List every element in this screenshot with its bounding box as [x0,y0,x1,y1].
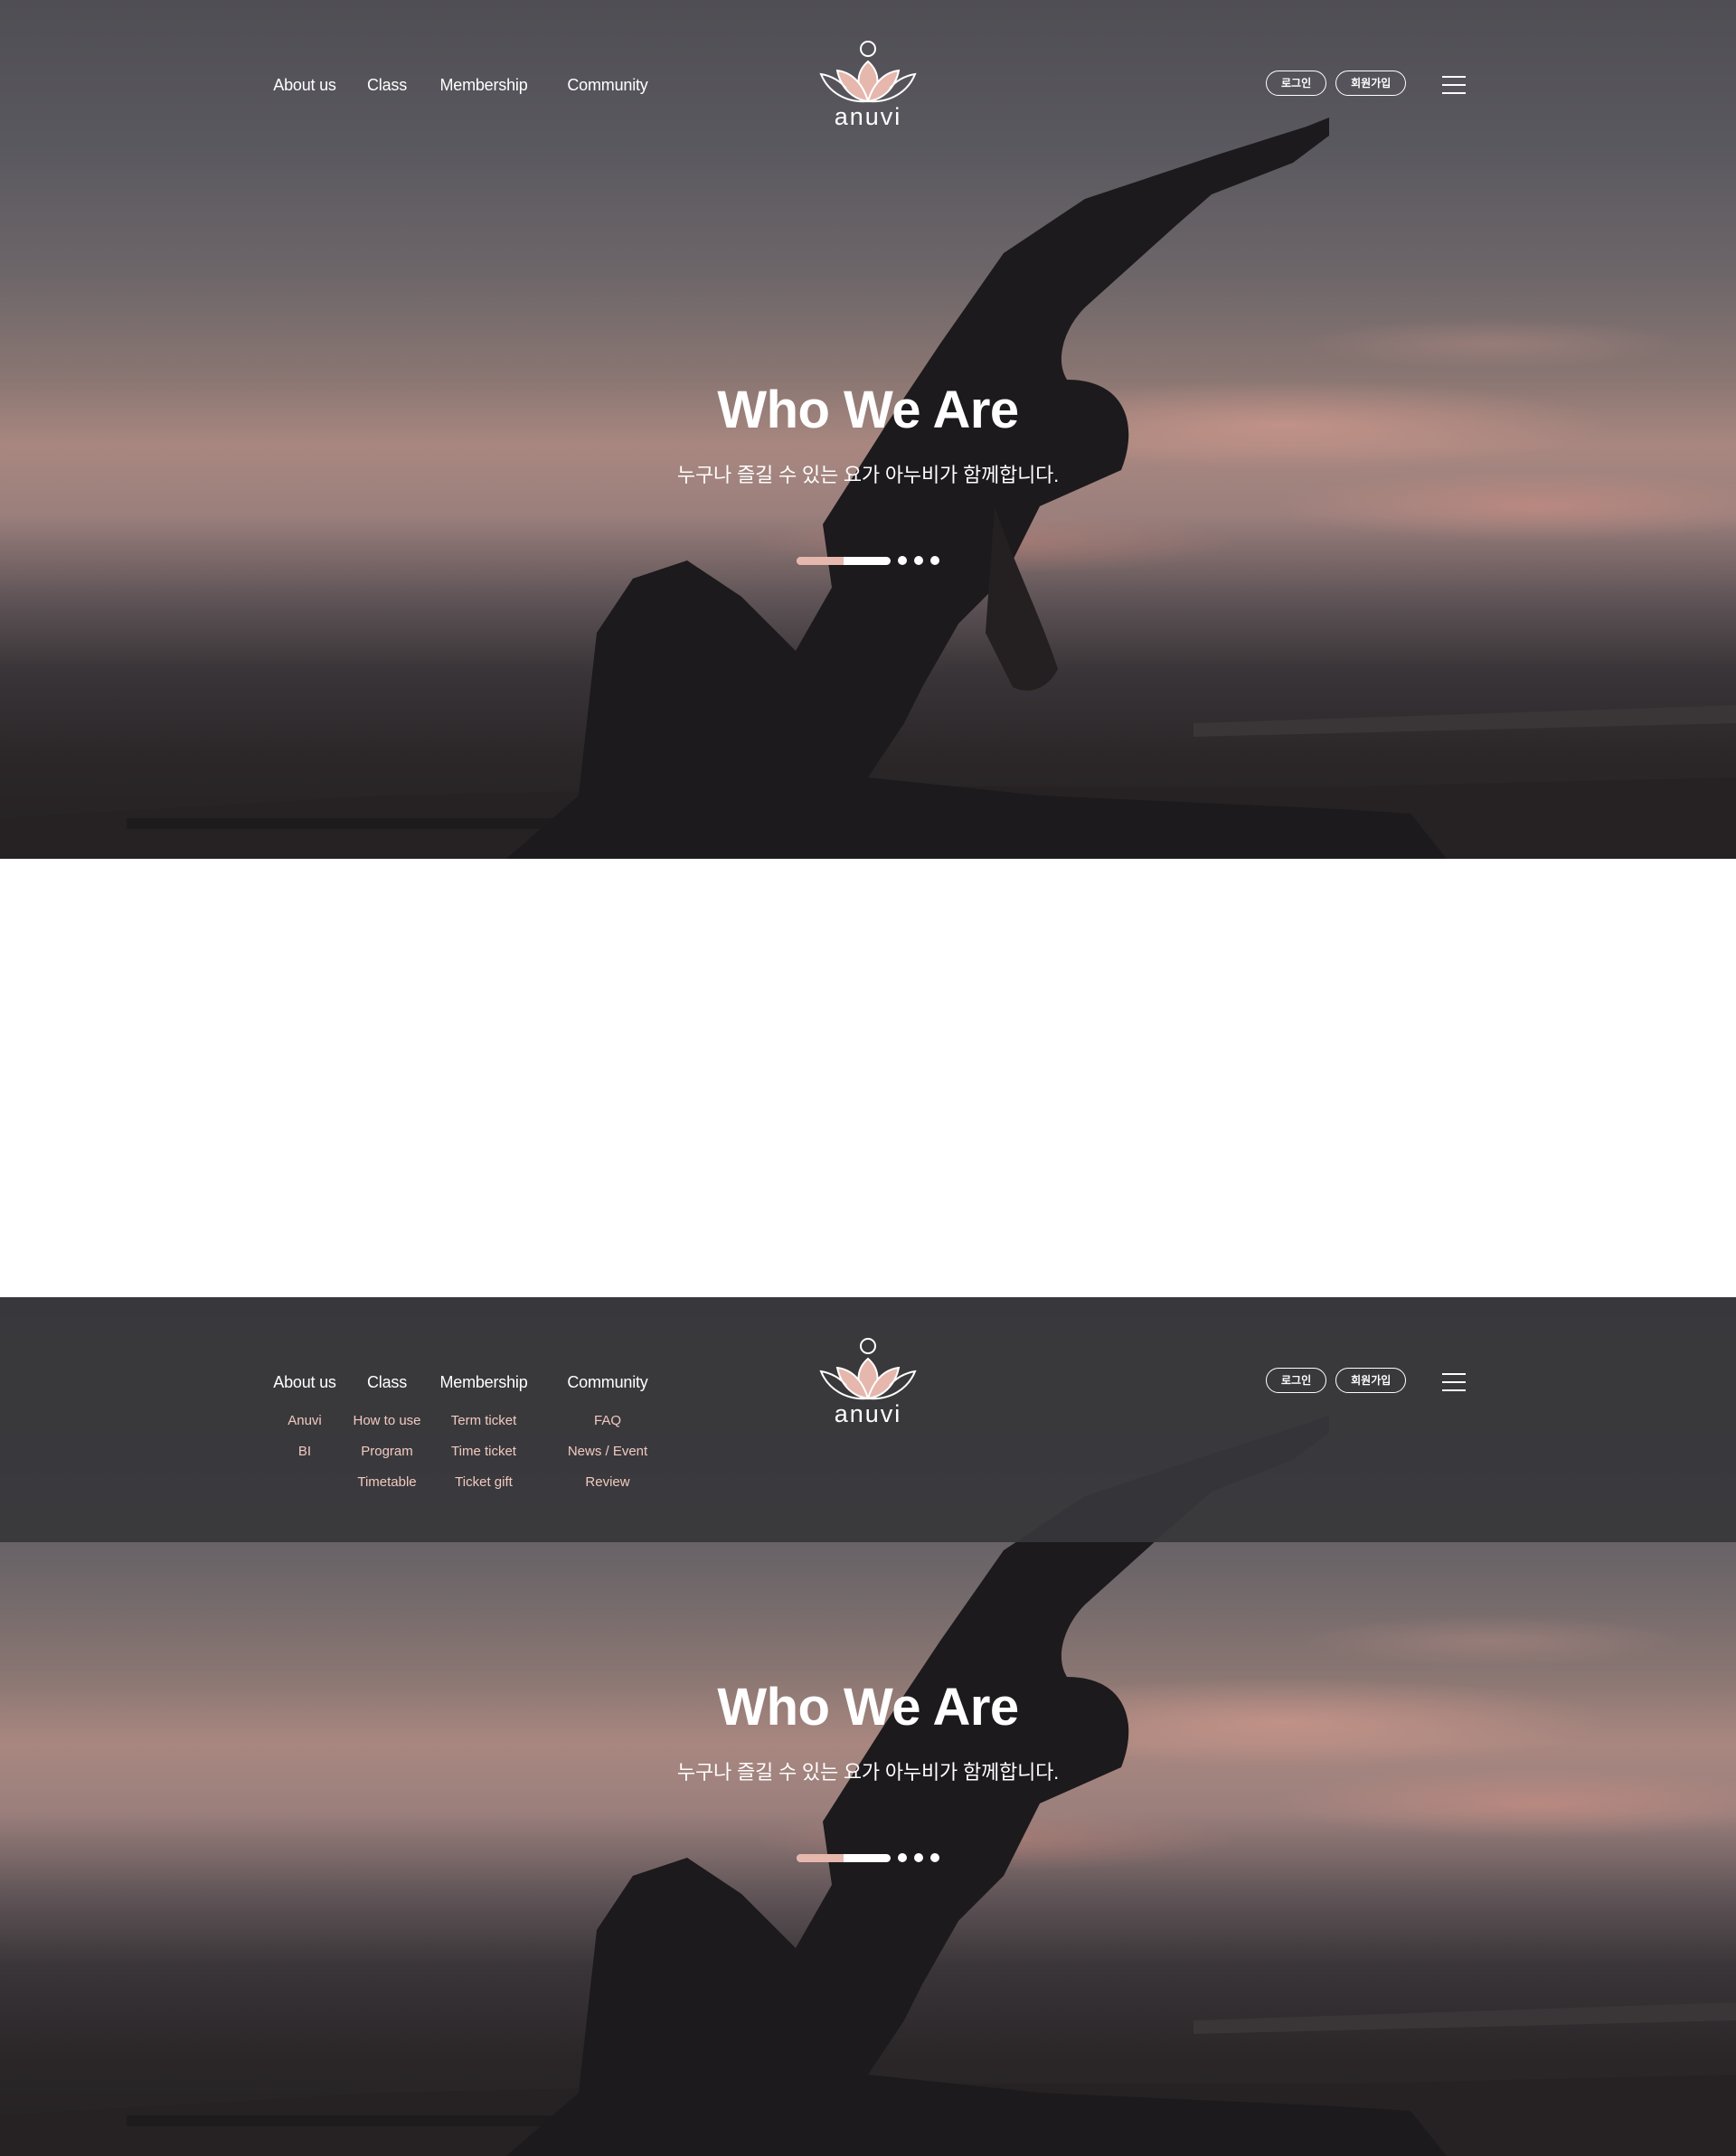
hero-title: Who We Are [717,381,1019,439]
hero-title: Who We Are [717,1678,1019,1737]
menu-label[interactable]: About us [273,1370,336,1395]
menu-class[interactable]: Class [365,72,409,98]
menu-label[interactable]: Class [367,72,407,98]
submenu-item[interactable]: Anuvi [288,1406,322,1436]
logo-wordmark: anuvi [834,103,902,130]
menu-label[interactable]: Membership [439,1370,527,1395]
slider-pagination [797,556,939,565]
active-slide-progress[interactable] [797,556,891,565]
top-navigation: About us Class Membership Community anuv… [0,0,1736,172]
hero-subtitle: 누구나 즐길 수 있는 요가 아누비가 함께합니다. [676,464,1060,486]
anuvi-logo[interactable]: anuvi [814,1333,922,1433]
hero-subtitle: 누구나 즐길 수 있는 요가 아누비가 함께합니다. [676,1761,1060,1784]
menu-label[interactable]: About us [273,72,336,98]
menu-about-us[interactable]: About us [271,72,338,98]
menu-membership[interactable]: Membership [438,72,530,98]
menu-label[interactable]: Class [367,1370,407,1395]
progress-fill [797,556,844,565]
slide-dot[interactable] [914,556,923,565]
signup-button[interactable]: 회원가입 [1335,71,1407,96]
login-button[interactable]: 로그인 [1266,71,1327,96]
menu-label[interactable]: Community [567,1370,647,1395]
submenu-item[interactable]: Term ticket [451,1406,517,1436]
submenu-item[interactable]: Ticket gift [455,1467,513,1498]
menu-label[interactable]: Membership [439,72,527,98]
login-button[interactable]: 로그인 [1266,1368,1327,1393]
menu-label[interactable]: Community [567,72,647,98]
submenu-item[interactable]: Review [585,1467,629,1498]
logo-wordmark: anuvi [834,1400,902,1427]
hero-section-menu-open: About us Anuvi BI Class How to use Progr… [0,1297,1736,2156]
menu-about-us: About us Anuvi BI [271,1370,338,1498]
menu-community[interactable]: Community [564,72,651,98]
main-menu: About us Class Membership Community [271,72,651,98]
main-menu-expanded: About us Anuvi BI Class How to use Progr… [271,1370,651,1498]
lotus-icon [819,1338,917,1400]
slide-dot[interactable] [930,1853,939,1862]
auth-buttons: 로그인 회원가입 [1266,71,1407,96]
menu-class: Class How to use Program Timetable [353,1370,420,1498]
active-slide-progress[interactable] [797,1853,891,1862]
hamburger-icon[interactable] [1442,1373,1466,1391]
submenu-item[interactable]: Program [361,1436,413,1467]
slide-dot[interactable] [930,556,939,565]
submenu-item[interactable]: FAQ [594,1406,621,1436]
slide-dot[interactable] [914,1853,923,1862]
top-navigation: About us Anuvi BI Class How to use Progr… [0,1297,1736,1490]
slide-dot[interactable] [898,556,907,565]
slider-pagination [797,1853,939,1862]
auth-buttons: 로그인 회원가입 [1266,1368,1407,1393]
progress-fill [797,1853,844,1862]
submenu-item[interactable]: Time ticket [451,1436,516,1467]
submenu-item[interactable]: News / Event [568,1436,647,1467]
submenu-item[interactable]: BI [298,1436,311,1467]
signup-button[interactable]: 회원가입 [1335,1368,1407,1393]
menu-membership: Membership Term ticket Time ticket Ticke… [438,1370,530,1498]
slide-dot[interactable] [898,1853,907,1862]
hero-section: About us Class Membership Community anuv… [0,0,1736,859]
hamburger-icon[interactable] [1442,76,1466,94]
menu-community: Community FAQ News / Event Review [564,1370,651,1498]
submenu-item[interactable]: How to use [353,1406,420,1436]
anuvi-logo[interactable]: anuvi [814,36,922,136]
lotus-icon [819,41,917,103]
submenu-item[interactable]: Timetable [357,1467,416,1498]
